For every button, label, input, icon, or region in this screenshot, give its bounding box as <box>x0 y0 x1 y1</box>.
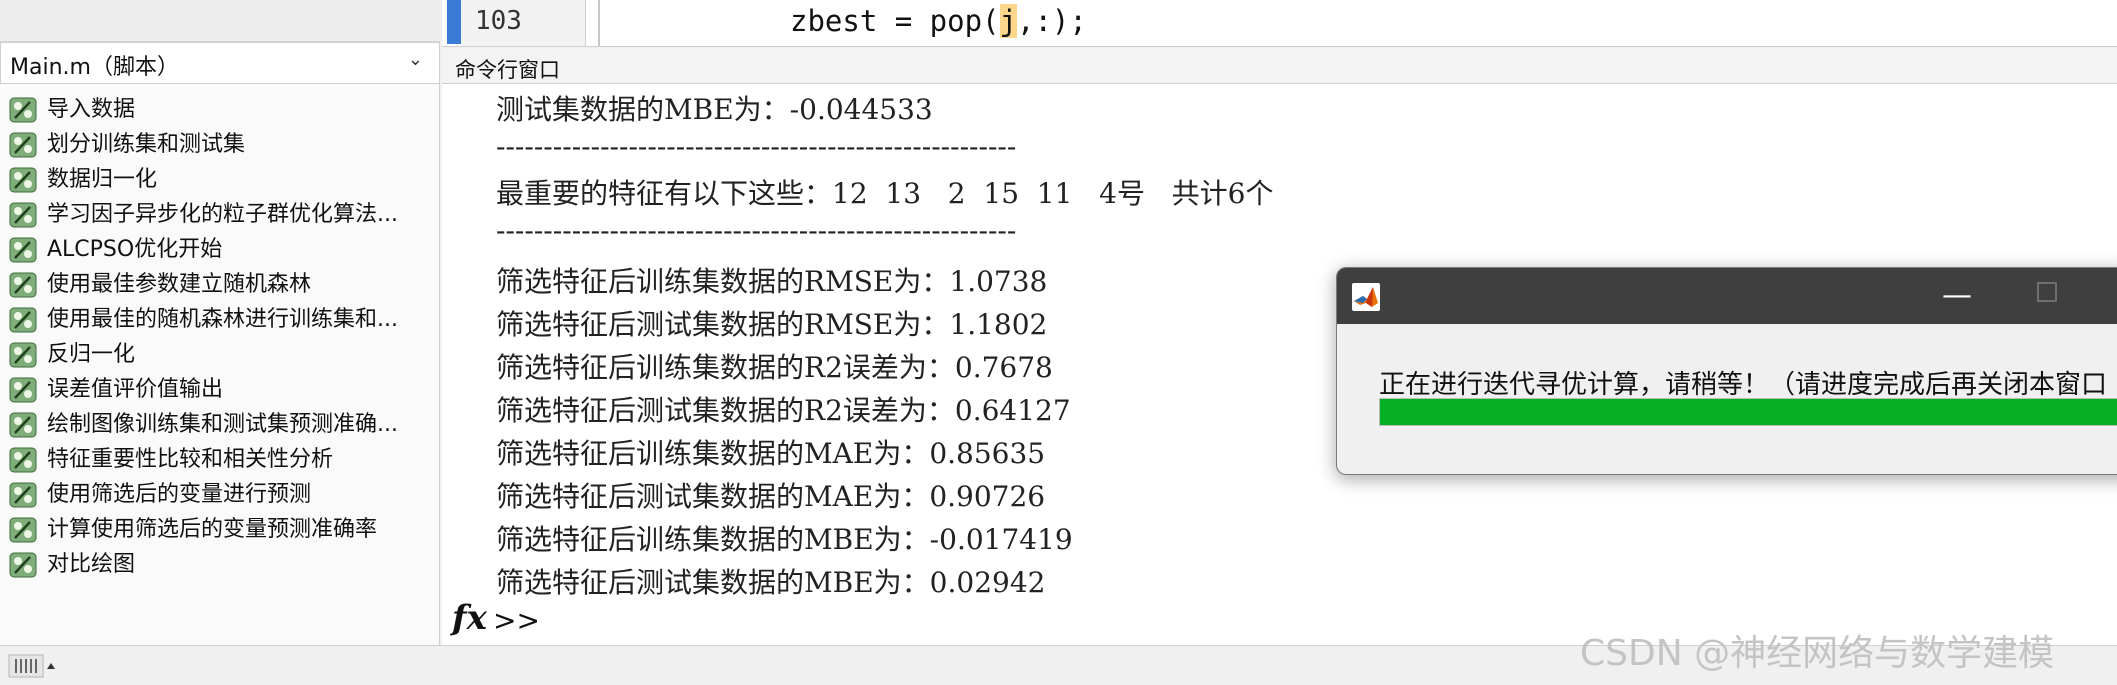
section-item[interactable]: 数据归一化 <box>0 162 440 197</box>
progress-dialog[interactable]: — 正在进行迭代寻优计算，请稍等！（请进度完成后再关闭本窗口 <box>1336 267 2117 475</box>
command-window-title[interactable]: 命令行窗口 <box>442 48 2117 84</box>
section-item[interactable]: 使用最佳的随机森林进行训练集和... <box>0 302 440 337</box>
panel-toggle-icon[interactable] <box>8 654 56 678</box>
output-line: 筛选特征后测试集数据的MBE为：0.02942 <box>496 566 1046 599</box>
section-icon <box>9 377 37 403</box>
section-item[interactable]: 划分训练集和测试集 <box>0 127 440 162</box>
section-label: 划分训练集和测试集 <box>47 132 246 157</box>
section-item[interactable]: 计算使用筛选后的变量预测准确率 <box>0 512 440 547</box>
watermark: CSDN @神经网络与数学建模 <box>1580 633 2055 674</box>
output-line: 筛选特征后测试集数据的RMSE为：1.1802 <box>496 308 1048 341</box>
output-line: 最重要的特征有以下这些：12 13 2 15 11 4号 共计6个 <box>496 177 1274 210</box>
section-label: 特征重要性比较和相关性分析 <box>47 447 334 472</box>
section-item[interactable]: 反归一化 <box>0 337 440 372</box>
section-label: 数据归一化 <box>47 167 158 192</box>
section-item[interactable]: 误差值评价值输出 <box>0 372 440 407</box>
section-label: 反归一化 <box>47 342 136 367</box>
maximize-button[interactable] <box>2037 282 2057 302</box>
section-icon <box>9 307 37 333</box>
file-selector-label: Main.m（脚本） <box>10 55 179 80</box>
section-item[interactable]: 绘制图像训练集和测试集预测准确... <box>0 407 440 442</box>
section-label: 使用筛选后的变量进行预测 <box>47 482 312 507</box>
dialog-message: 正在进行迭代寻优计算，请稍等！（请进度完成后再关闭本窗口 <box>1379 370 2108 400</box>
file-selector-dropdown[interactable]: Main.m（脚本） ⌄ <box>0 42 440 84</box>
code-highlight: j <box>999 4 1017 38</box>
section-label: ALCPSO优化开始 <box>47 237 223 262</box>
code-line[interactable]: zbest = pop(j,:); <box>790 4 1087 38</box>
section-label: 误差值评价值输出 <box>47 377 224 402</box>
section-item[interactable]: 学习因子异步化的粒子群优化算法... <box>0 197 440 232</box>
matlab-logo-icon <box>1352 283 1380 311</box>
panel-header <box>0 0 440 42</box>
function-browser-icon[interactable]: fx <box>452 598 487 638</box>
section-item[interactable]: ALCPSO优化开始 <box>0 232 440 267</box>
minimize-button[interactable]: — <box>1942 278 1972 313</box>
command-window-title-label: 命令行窗口 <box>455 58 560 82</box>
section-icon <box>9 552 37 578</box>
section-outline-list: 导入数据 划分训练集和测试集 数据归一化 学习因子异步化的粒子群优化算法... … <box>0 92 440 582</box>
section-icon <box>9 132 37 158</box>
code-fold-bar <box>598 0 600 46</box>
section-icon <box>9 482 37 508</box>
section-label: 使用最佳参数建立随机森林 <box>47 272 312 297</box>
editor-pane[interactable] <box>442 0 2117 47</box>
current-line-marker <box>447 0 461 44</box>
section-item[interactable]: 使用最佳参数建立随机森林 <box>0 267 440 302</box>
code-text-end: ,:); <box>1016 4 1087 38</box>
section-label: 导入数据 <box>47 97 136 122</box>
output-separator: ----------------------------------------… <box>496 214 1017 247</box>
section-label: 计算使用筛选后的变量预测准确率 <box>47 517 378 542</box>
output-line: 筛选特征后训练集数据的RMSE为：1.0738 <box>496 265 1048 298</box>
section-icon <box>9 237 37 263</box>
output-line: 测试集数据的MBE为：-0.044533 <box>496 93 933 126</box>
section-icon <box>9 202 37 228</box>
section-icon <box>9 167 37 193</box>
section-label: 学习因子异步化的粒子群优化算法... <box>47 202 398 227</box>
output-line: 筛选特征后训练集数据的MBE为：-0.017419 <box>496 523 1073 556</box>
output-line: 筛选特征后训练集数据的MAE为：0.85635 <box>496 437 1046 470</box>
section-icon <box>9 447 37 473</box>
section-label: 使用最佳的随机森林进行训练集和... <box>47 307 398 332</box>
section-icon <box>9 412 37 438</box>
section-item[interactable]: 导入数据 <box>0 92 440 127</box>
section-item[interactable]: 使用筛选后的变量进行预测 <box>0 477 440 512</box>
output-separator: ----------------------------------------… <box>496 130 1017 163</box>
command-prompt[interactable]: >> <box>493 604 540 637</box>
section-icon <box>9 517 37 543</box>
line-number: 103 <box>475 6 522 36</box>
chevron-down-icon[interactable]: ⌄ <box>408 49 423 70</box>
section-item[interactable]: 对比绘图 <box>0 547 440 582</box>
section-label: 绘制图像训练集和测试集预测准确... <box>47 412 398 437</box>
progress-bar <box>1379 398 2117 426</box>
section-item[interactable]: 特征重要性比较和相关性分析 <box>0 442 440 477</box>
output-line: 筛选特征后测试集数据的MAE为：0.90726 <box>496 480 1046 513</box>
section-icon <box>9 272 37 298</box>
section-icon <box>9 97 37 123</box>
output-line: 筛选特征后测试集数据的R2误差为：0.64127 <box>496 394 1071 427</box>
section-icon <box>9 342 37 368</box>
section-label: 对比绘图 <box>47 552 136 577</box>
code-text: zbest = pop( <box>790 4 1000 38</box>
output-line: 筛选特征后训练集数据的R2误差为：0.7678 <box>496 351 1053 384</box>
progress-bar-fill <box>1380 399 2117 425</box>
dialog-title-bar[interactable] <box>1337 268 2117 324</box>
